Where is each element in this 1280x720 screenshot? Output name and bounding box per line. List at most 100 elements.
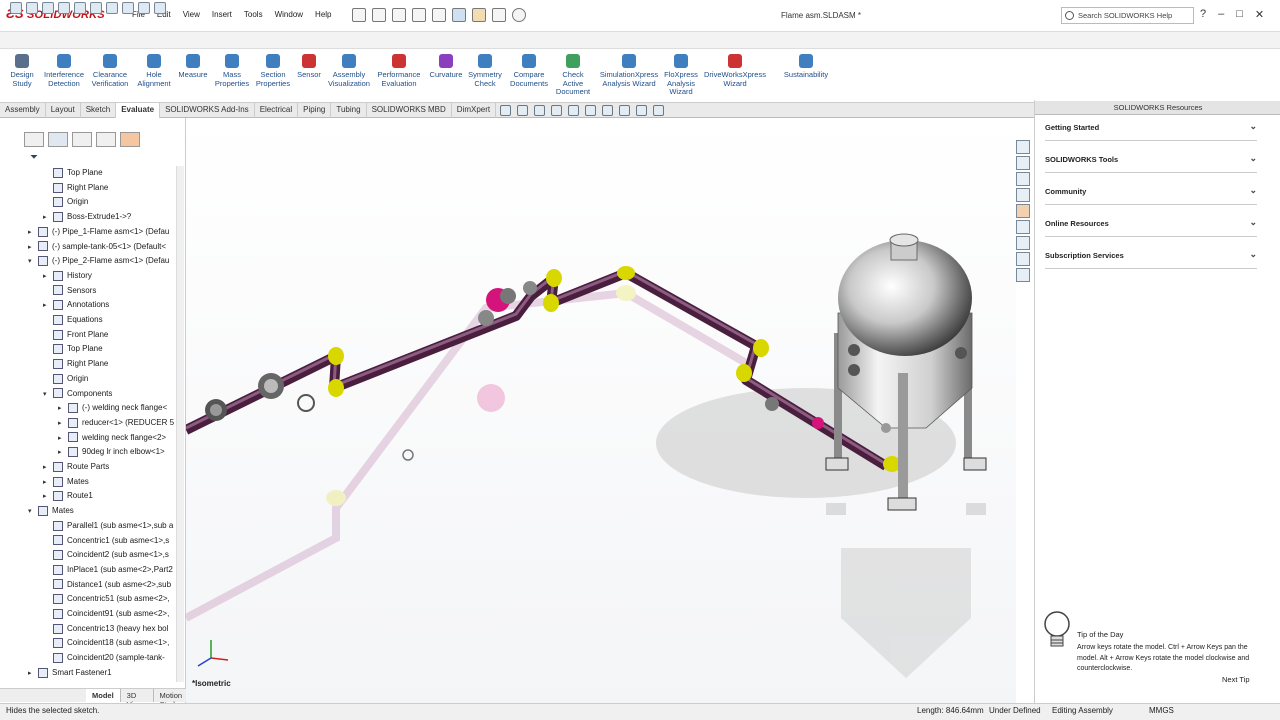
tree-node[interactable]: Parallel1 (sub asme<1>,sub a [43, 519, 173, 533]
tree-node[interactable]: Concentric13 (heavy hex bol [43, 622, 168, 636]
tab-assembly[interactable]: Assembly [0, 103, 46, 118]
expand-arrow-icon[interactable]: ▸ [43, 490, 51, 504]
configuration-manager-tab-icon[interactable] [72, 132, 92, 147]
tab-evaluate[interactable]: Evaluate [116, 103, 161, 118]
tab-solidworks-mbd[interactable]: SOLIDWORKS MBD [367, 103, 452, 118]
tree-node[interactable]: Top Plane [43, 166, 103, 180]
zoom-to-fit-icon[interactable] [500, 105, 511, 116]
appearance-icon[interactable] [122, 2, 134, 14]
expand-arrow-icon[interactable]: ▸ [43, 211, 51, 225]
elbow[interactable] [328, 347, 344, 365]
tree-node[interactable]: ▸ (-) sample-tank-05<1> (Default< [28, 240, 166, 254]
tab-piping[interactable]: Piping [298, 103, 332, 118]
previous-view-icon[interactable] [42, 2, 54, 14]
display-style-icon[interactable] [90, 2, 102, 14]
display-manager-tab-icon[interactable] [120, 132, 140, 147]
appearances-icon[interactable] [1016, 204, 1030, 218]
tool-sustainability[interactable]: Sustainability [770, 54, 842, 80]
tree-node[interactable]: ▸ Route Parts [43, 460, 109, 474]
zoom-fit-icon[interactable] [10, 2, 22, 14]
resource-section-online-resources[interactable]: Online Resources ⌄ [1045, 217, 1257, 237]
tree-node[interactable]: ▸ History [43, 269, 92, 283]
chevron-down-icon[interactable]: ⌄ [1249, 185, 1257, 196]
view-settings-icon[interactable] [653, 105, 664, 116]
chevron-down-icon[interactable]: ⌄ [1249, 153, 1257, 164]
view-orientation-icon[interactable] [74, 2, 86, 14]
tree-node[interactable]: ▾ Mates [28, 504, 74, 518]
flange[interactable] [500, 288, 516, 304]
next-tip-link[interactable]: Next Tip [1222, 675, 1250, 684]
expand-arrow-icon[interactable]: ▸ [43, 461, 51, 475]
expand-arrow-icon[interactable]: ▾ [28, 505, 36, 519]
elbow[interactable] [328, 379, 344, 397]
tree-node[interactable]: Concentric51 (sub asme<2>, [43, 592, 170, 606]
tree-node[interactable]: Sensors [43, 284, 96, 298]
toolbox-icon[interactable] [1016, 268, 1030, 282]
design-library-icon[interactable] [1016, 156, 1030, 170]
elbow[interactable] [753, 339, 769, 357]
expand-arrow-icon[interactable]: ▾ [28, 255, 36, 269]
tab-model[interactable]: Model [86, 689, 121, 702]
menu-window[interactable]: Window [269, 10, 309, 19]
chevron-down-icon[interactable]: ⌄ [1249, 217, 1257, 228]
tree-node[interactable]: Equations [43, 313, 103, 327]
apply-scene-icon[interactable] [636, 105, 647, 116]
previous-view-icon[interactable] [534, 105, 545, 116]
expand-arrow-icon[interactable]: ▸ [58, 402, 66, 416]
flange[interactable] [478, 310, 494, 326]
tree-node[interactable]: Distance1 (sub asme<2>,sub [43, 578, 171, 592]
menu-help[interactable]: Help [309, 10, 337, 19]
view-orientation-icon[interactable] [568, 105, 579, 116]
help-icon[interactable]: ? [1200, 8, 1206, 21]
resource-section-solidworks-tools[interactable]: SOLIDWORKS Tools ⌄ [1045, 153, 1257, 173]
tree-node[interactable]: ▸ Mates [43, 475, 89, 489]
chevron-down-icon[interactable]: ⌄ [1249, 249, 1257, 260]
elbow[interactable] [543, 294, 559, 312]
resource-section-getting-started[interactable]: Getting Started ⌄ [1045, 121, 1257, 141]
tree-node[interactable]: Coincident20 (sample-tank- [43, 651, 165, 665]
view-settings-icon[interactable] [154, 2, 166, 14]
tree-node[interactable]: ▸ Route1 [43, 489, 93, 503]
expand-arrow-icon[interactable]: ▸ [43, 270, 51, 284]
resources-home-icon[interactable] [1016, 140, 1030, 154]
tab-dimxpert[interactable]: DimXpert [452, 103, 497, 118]
tree-node[interactable]: ▾ (-) Pipe_2-Flame asm<1> (Defau [28, 254, 169, 268]
section-view-icon[interactable] [551, 105, 562, 116]
expand-arrow-icon[interactable]: ▸ [28, 241, 36, 255]
custom-properties-icon[interactable] [1016, 220, 1030, 234]
property-manager-tab-icon[interactable] [48, 132, 68, 147]
close-icon[interactable]: ✕ [1255, 8, 1264, 21]
tree-node[interactable]: ▸ (-) welding neck flange< [58, 401, 167, 415]
menu-tools[interactable]: Tools [238, 10, 269, 19]
search-input[interactable]: Search SOLIDWORKS Help [1061, 7, 1194, 24]
expand-arrow-icon[interactable]: ▾ [43, 388, 51, 402]
tree-node[interactable]: InPlace1 (sub asme<2>,Part2 [43, 563, 173, 577]
hide-items-icon[interactable] [602, 105, 613, 116]
display-style-icon[interactable] [585, 105, 596, 116]
expand-arrow-icon[interactable]: ▸ [58, 432, 66, 446]
file-explorer-icon[interactable] [1016, 172, 1030, 186]
tree-scrollbar[interactable] [176, 166, 184, 682]
solidworks-tools-icon[interactable] [1016, 252, 1030, 266]
graphics-area[interactable] [186, 118, 1016, 703]
tree-node[interactable]: Coincident2 (sub asme<1>,s [43, 548, 169, 562]
flange[interactable] [765, 397, 779, 411]
expand-arrow-icon[interactable]: ▸ [43, 299, 51, 313]
undo-icon[interactable] [432, 8, 446, 22]
filter-icon[interactable]: ⏷ [30, 152, 38, 163]
tool-driveworksxpress-wizard[interactable]: DriveWorksXpress Wizard [699, 54, 771, 88]
elbow[interactable] [617, 266, 635, 280]
tree-node[interactable]: Top Plane [43, 342, 103, 356]
elbow[interactable] [736, 364, 752, 382]
tab-3d-views[interactable]: 3D Views [121, 689, 154, 709]
expand-arrow-icon[interactable]: ▸ [58, 417, 66, 431]
hide-show-icon[interactable] [106, 2, 118, 14]
minimize-icon[interactable]: – [1218, 8, 1224, 21]
tree-node[interactable]: ▸ Smart Fastener1 [28, 666, 112, 680]
chevron-down-icon[interactable]: ⌄ [1249, 121, 1257, 132]
options-gear-icon[interactable] [512, 8, 526, 22]
tree-node[interactable]: Coincident91 (sub asme<2>, [43, 607, 169, 621]
file-properties-icon[interactable] [492, 8, 506, 22]
tab-layout[interactable]: Layout [46, 103, 81, 118]
scene-icon[interactable] [138, 2, 150, 14]
